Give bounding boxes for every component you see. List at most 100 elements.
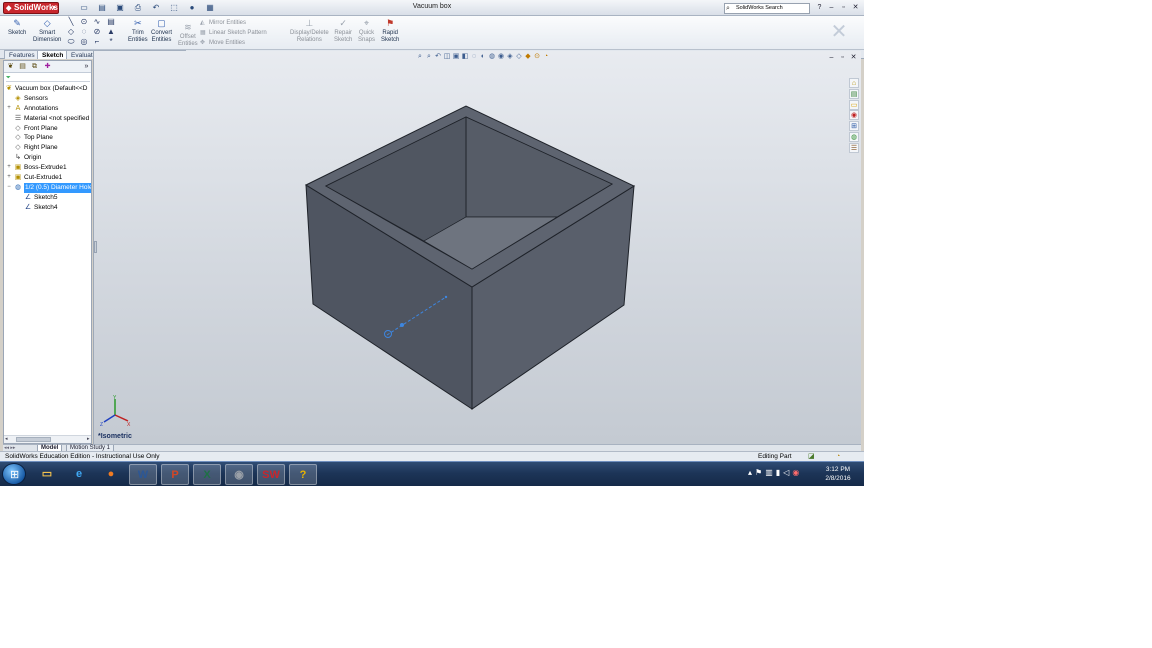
- undo-icon[interactable]: ↶: [148, 2, 164, 14]
- select-icon[interactable]: ⬚: [166, 2, 182, 14]
- powerpoint-icon[interactable]: P: [161, 464, 189, 485]
- help-button[interactable]: ?: [814, 2, 825, 14]
- rapid-sketch-button[interactable]: ⚑ Rapid Sketch: [381, 18, 399, 44]
- dimxpert-manager-tab-icon[interactable]: ✚: [42, 62, 53, 72]
- slot-tool-icon[interactable]: ⬭: [66, 37, 76, 47]
- antivirus-icon[interactable]: ◉: [792, 468, 799, 477]
- tree-item[interactable]: ◈ Sensors: [4, 94, 91, 104]
- flag-icon[interactable]: ⚑: [755, 468, 762, 477]
- design-library-tab-icon[interactable]: ▤: [849, 88, 859, 99]
- scroll-left-icon[interactable]: ◂: [5, 436, 8, 443]
- file-explorer-tab-icon[interactable]: ▭: [849, 99, 859, 110]
- smart-dimension-button[interactable]: ◇ Smart Dimension: [33, 18, 61, 44]
- rectangle-tool-icon[interactable]: ⊙: [79, 17, 89, 27]
- tab-sketch[interactable]: Sketch: [37, 50, 69, 59]
- view-orientation-icon[interactable]: ▣: [452, 52, 460, 62]
- circle-tool-icon[interactable]: ◇: [66, 27, 76, 37]
- offset-entities-button[interactable]: ≋ Offset Entities: [178, 22, 198, 48]
- scroll-right-icon[interactable]: ▸: [87, 436, 90, 443]
- perspective-icon[interactable]: ⊙: [533, 52, 541, 62]
- zoom-to-fit-icon[interactable]: ⌕: [416, 52, 424, 62]
- mirror-entities-button[interactable]: ◭ Mirror Entities: [200, 18, 267, 28]
- spline-tool-icon[interactable]: ∿: [92, 17, 102, 27]
- new-icon[interactable]: ▭: [76, 2, 92, 14]
- open-icon[interactable]: ▤: [94, 2, 110, 14]
- ie-icon[interactable]: e: [65, 464, 93, 485]
- repair-sketch-button[interactable]: ✓ Repair Sketch: [334, 18, 352, 44]
- linear-sketch-pattern-button[interactable]: ▦ Linear Sketch Pattern: [200, 28, 267, 38]
- rebuild-icon[interactable]: ●: [184, 2, 200, 14]
- options-icon[interactable]: ▦: [202, 2, 218, 14]
- expand-panel-icon[interactable]: »: [81, 62, 91, 72]
- solidworks-menu-button[interactable]: ◆ SolidWorks ▸: [3, 2, 59, 14]
- volume-icon[interactable]: ◁: [783, 468, 789, 477]
- ellipse-tool-icon[interactable]: ◎: [79, 37, 89, 47]
- tree-item[interactable]: ∠ Sketch5: [4, 193, 91, 203]
- solidworks-search-input[interactable]: ⌕ SolidWorks Search: [724, 3, 810, 14]
- display-delete-relations-button[interactable]: ⊥ Display/Delete Relations: [290, 18, 329, 44]
- word-icon[interactable]: W: [129, 464, 157, 485]
- tab-features[interactable]: Features: [4, 50, 40, 59]
- solidworks-icon[interactable]: SW: [257, 464, 285, 485]
- point-tool-icon[interactable]: *: [106, 37, 116, 47]
- tree-item[interactable]: ∠ Sketch4: [4, 203, 91, 213]
- explorer-icon[interactable]: ▭: [33, 464, 61, 485]
- hide-show-icon[interactable]: ◌: [470, 52, 478, 62]
- search-tab-icon[interactable]: ◉: [849, 110, 859, 121]
- fillet-tool-icon[interactable]: ⌐: [92, 37, 102, 47]
- tree-item[interactable]: + ▣ Cut-Extrude1: [4, 173, 91, 183]
- tree-toggle-icon[interactable]: +: [6, 104, 12, 114]
- shadows-icon[interactable]: ◇: [515, 52, 523, 62]
- globe-icon[interactable]: ◉: [225, 464, 253, 485]
- tree-toggle-icon[interactable]: +: [6, 173, 12, 183]
- configuration-manager-tab-icon[interactable]: ⧉: [29, 62, 40, 72]
- system-clock[interactable]: 3:12 PM 2/8/2016: [818, 465, 858, 483]
- sketch-button[interactable]: ✎ Sketch: [8, 18, 26, 37]
- quick-snaps-button[interactable]: ⌖ Quick Snaps: [358, 18, 375, 44]
- move-entities-button[interactable]: ✥ Move Entities: [200, 38, 267, 48]
- close-button[interactable]: ✕: [850, 2, 861, 14]
- model-view[interactable]: [94, 51, 861, 444]
- section-view-icon[interactable]: ◫: [443, 52, 451, 62]
- realview-icon[interactable]: ◈: [506, 52, 514, 62]
- print-icon[interactable]: ⎙: [130, 2, 146, 14]
- rebuild-status-icon[interactable]: ◪: [808, 452, 815, 461]
- custom-properties-tab-icon[interactable]: ☰: [849, 142, 859, 153]
- text-tool-icon[interactable]: ▲: [106, 27, 116, 37]
- tree-item[interactable]: ◇ Top Plane: [4, 133, 91, 143]
- tree-item[interactable]: ↳ Origin: [4, 153, 91, 163]
- excel-icon[interactable]: X: [193, 464, 221, 485]
- viewport-close-button[interactable]: ✕: [849, 53, 858, 62]
- feature-tree-scrollbar[interactable]: ◂ ▸: [4, 435, 91, 443]
- start-button[interactable]: ⊞: [2, 463, 26, 485]
- tree-item[interactable]: + ▣ Boss-Extrude1: [4, 163, 91, 173]
- edit-appearance-icon[interactable]: ◐: [479, 52, 487, 62]
- save-icon[interactable]: ▣: [112, 2, 128, 14]
- previous-view-icon[interactable]: ↶: [434, 52, 442, 62]
- view-settings-icon[interactable]: ◉: [497, 52, 505, 62]
- viewport-minimize-button[interactable]: –: [827, 53, 836, 62]
- network-icon[interactable]: ▥: [765, 468, 773, 477]
- line-tool-icon[interactable]: ╲: [66, 17, 76, 27]
- resources-tab-icon[interactable]: ⌂: [849, 78, 859, 88]
- tree-item[interactable]: + A Annotations: [4, 104, 91, 114]
- show-hidden-icons-icon[interactable]: ▴: [748, 468, 752, 477]
- convert-entities-button[interactable]: ▢ Convert Entities: [151, 18, 172, 44]
- tree-toggle-icon[interactable]: +: [6, 163, 12, 173]
- graphics-area[interactable]: ⌕ ⌕ ↶ ◫ ▣ ◧ ◌ ◐ ◍ ◉ ◈ ◇ ◆ ⊙ ◔ – ▫ ✕ Y X Z *Isometric: [93, 51, 861, 444]
- apply-scene-icon[interactable]: ◍: [488, 52, 496, 62]
- property-manager-tab-icon[interactable]: ▤: [17, 62, 28, 72]
- feature-filter[interactable]: ⏷: [6, 75, 90, 82]
- minimize-button[interactable]: –: [826, 2, 837, 14]
- zoom-to-area-icon[interactable]: ⌕: [425, 52, 433, 62]
- ambient-icon[interactable]: ◆: [524, 52, 532, 62]
- firefox-icon[interactable]: ●: [97, 464, 125, 485]
- tree-toggle-icon[interactable]: −: [6, 183, 12, 193]
- battery-icon[interactable]: ▮: [776, 468, 780, 477]
- cartoon-icon[interactable]: ◔: [542, 52, 550, 62]
- display-style-icon[interactable]: ◧: [461, 52, 469, 62]
- arc-tool-icon[interactable]: ◌: [79, 27, 89, 37]
- smart-tool-icon[interactable]: ▤: [106, 17, 116, 27]
- scrollbar-thumb[interactable]: [16, 437, 51, 442]
- polygon-tool-icon[interactable]: ⊘: [92, 27, 102, 37]
